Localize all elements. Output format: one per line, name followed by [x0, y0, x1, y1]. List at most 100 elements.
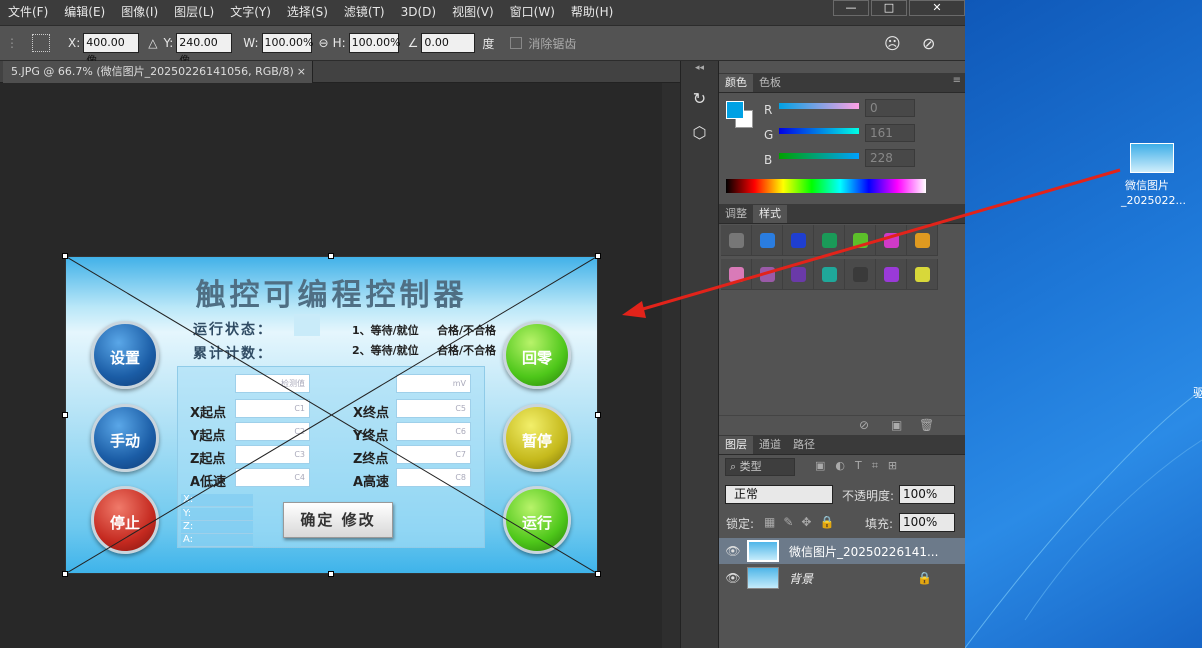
opacity-field[interactable]: 100%	[899, 485, 955, 504]
menu-help[interactable]: 帮助(H)	[563, 0, 621, 25]
layer-name: 微信图片_20250226141...	[789, 544, 939, 559]
g-label: G	[764, 128, 774, 142]
panel-icon-strip: ◂◂ ↻ ⬡	[680, 61, 719, 648]
styles-panel-tabs: 调整 样式	[719, 204, 965, 224]
style-tile[interactable]	[721, 259, 752, 290]
fill-field[interactable]: 100%	[899, 513, 955, 532]
menu-layer[interactable]: 图层(L)	[166, 0, 222, 25]
color-spectrum[interactable]	[726, 179, 926, 193]
lock-icons[interactable]: ▦✎✥🔒	[764, 515, 842, 529]
lock-label: 锁定:	[726, 517, 755, 531]
menu-edit[interactable]: 编辑(E)	[56, 0, 113, 25]
restore-button[interactable]: □	[871, 0, 907, 16]
clear-style-icon[interactable]: ⊘	[859, 418, 869, 432]
angle-field[interactable]: 0.00	[421, 33, 476, 53]
handle-bm[interactable]	[328, 571, 334, 577]
desktop-file-label-1[interactable]: 微信图片	[1125, 177, 1169, 193]
visibility-eye-icon[interactable]: 👁	[719, 571, 747, 585]
handle-br[interactable]	[595, 571, 601, 577]
style-tile[interactable]	[845, 225, 876, 256]
visibility-eye-icon[interactable]: 👁	[719, 544, 747, 558]
style-tile[interactable]	[752, 259, 783, 290]
w-label: W:	[243, 36, 259, 50]
style-tile[interactable]	[907, 259, 938, 290]
style-tile[interactable]	[783, 225, 814, 256]
tab-paths[interactable]: 路径	[787, 436, 821, 454]
angle-icon: ∠	[407, 36, 419, 50]
tab-color[interactable]: 颜色	[719, 74, 753, 92]
menu-image[interactable]: 图像(I)	[113, 0, 166, 25]
cancel-transform-icon[interactable]: ⊘	[922, 34, 935, 53]
minimize-button[interactable]: —	[833, 0, 869, 16]
handle-tl[interactable]	[62, 253, 68, 259]
style-tile[interactable]	[845, 259, 876, 290]
layer-row-background[interactable]: 👁 背景 🔒	[719, 565, 965, 591]
style-tile[interactable]	[814, 259, 845, 290]
desktop-file-label-2[interactable]: _2025022...	[1121, 194, 1186, 207]
collapse-icon[interactable]: ◂◂	[681, 63, 718, 73]
filter-icons: ▣◐T⌗⊞	[815, 459, 908, 472]
blend-mode-select[interactable]: 正常	[725, 485, 833, 504]
style-tile[interactable]	[783, 259, 814, 290]
menu-select[interactable]: 选择(S)	[279, 0, 336, 25]
style-tile[interactable]	[907, 225, 938, 256]
document-tab[interactable]: 5.JPG @ 66.7% (微信图片_20250226141056, RGB/…	[3, 61, 313, 83]
reference-point-icon[interactable]	[32, 34, 50, 52]
transform-bounds	[65, 256, 598, 574]
menu-filter[interactable]: 滤镜(T)	[336, 0, 393, 25]
menu-type[interactable]: 文字(Y)	[222, 0, 279, 25]
antialias-label: 消除锯齿	[528, 36, 577, 51]
document-tab-close[interactable]: ×	[297, 61, 306, 83]
layer-thumbnail	[747, 567, 779, 589]
style-tile[interactable]	[752, 225, 783, 256]
tab-layers[interactable]: 图层	[719, 436, 753, 454]
warp-icon[interactable]: ☹	[884, 34, 901, 53]
y-field[interactable]: 240.00 像	[176, 33, 233, 67]
link-icon[interactable]: ⊖	[319, 36, 329, 50]
3d-icon[interactable]: ⬡	[689, 123, 711, 145]
r-label: R	[764, 103, 773, 117]
x-field[interactable]: 400.00 像	[83, 33, 140, 67]
b-slider[interactable]	[779, 153, 859, 159]
handle-ml[interactable]	[62, 412, 68, 418]
style-tile[interactable]	[721, 225, 752, 256]
h-field[interactable]: 100.00%	[348, 33, 401, 53]
foreground-swatch[interactable]	[726, 101, 744, 119]
styles-grid	[721, 225, 949, 293]
layer-row-active[interactable]: 👁 微信图片_20250226141...	[719, 538, 965, 564]
layer-filter[interactable]: ⌕ 类型	[725, 458, 795, 476]
delete-style-icon[interactable]: 🗑	[919, 418, 934, 432]
w-field[interactable]: 100.00%	[261, 33, 313, 53]
vertical-scrollbar[interactable]	[662, 83, 680, 648]
window-controls: — □ ✕	[831, 0, 965, 16]
handle-tr[interactable]	[595, 253, 601, 259]
g-field[interactable]: 161	[865, 124, 915, 142]
menu-file[interactable]: 文件(F)	[0, 0, 56, 25]
menu-view[interactable]: 视图(V)	[444, 0, 502, 25]
antialias-checkbox[interactable]	[510, 37, 523, 49]
layer-name: 背景	[789, 571, 814, 586]
hmi-image[interactable]: 触控可编程控制器 运行状态： 累计计数： 1、等待/就位 合格/不合格 2、等待…	[65, 256, 598, 574]
r-slider[interactable]	[779, 103, 859, 109]
tab-swatches[interactable]: 色板	[753, 74, 787, 92]
handle-bl[interactable]	[62, 571, 68, 577]
menu-3d[interactable]: 3D(D)	[393, 0, 444, 25]
history-icon[interactable]: ↻	[689, 89, 711, 111]
r-field[interactable]: 0	[865, 99, 915, 117]
b-field[interactable]: 228	[865, 149, 915, 167]
style-tile[interactable]	[814, 225, 845, 256]
delta-icon[interactable]: △	[148, 36, 157, 50]
tab-channels[interactable]: 通道	[753, 436, 787, 454]
tab-styles[interactable]: 样式	[753, 205, 787, 223]
panel-menu-icon[interactable]: ≡	[953, 75, 961, 86]
new-style-icon[interactable]: ▣	[891, 418, 902, 432]
handle-mr[interactable]	[595, 412, 601, 418]
desktop-file-icon[interactable]	[1130, 143, 1174, 173]
menu-window[interactable]: 窗口(W)	[502, 0, 563, 25]
handle-tm[interactable]	[328, 253, 334, 259]
close-button[interactable]: ✕	[909, 0, 965, 16]
tab-adjustments[interactable]: 调整	[719, 205, 753, 223]
g-slider[interactable]	[779, 128, 859, 134]
style-tile[interactable]	[876, 259, 907, 290]
style-tile[interactable]	[876, 225, 907, 256]
